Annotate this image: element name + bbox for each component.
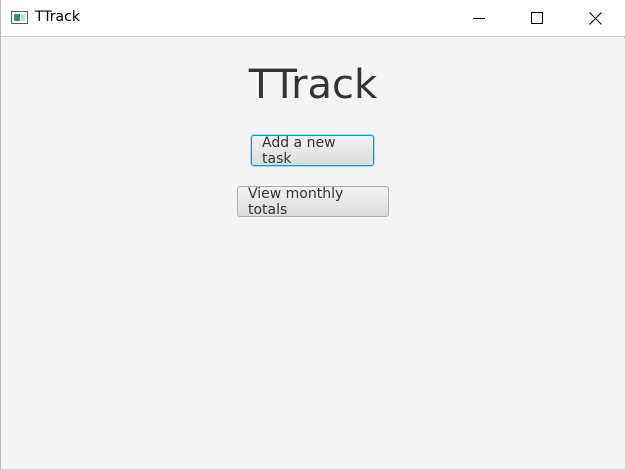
app-window-icon — [11, 11, 28, 24]
page-title: TTrack — [248, 62, 378, 108]
maximize-button[interactable] — [514, 0, 560, 36]
add-task-button[interactable]: Add a new task — [251, 135, 374, 167]
window-title: TTrack — [35, 9, 80, 25]
minimize-button[interactable] — [456, 0, 502, 36]
close-button[interactable] — [572, 0, 618, 36]
app-window: TTrack TTrack Add a new task View monthl… — [0, 0, 625, 469]
title-bar[interactable]: TTrack — [1, 0, 625, 37]
main-content: TTrack Add a new task View monthly total… — [1, 38, 625, 469]
close-icon — [588, 11, 602, 25]
minimize-icon — [473, 18, 485, 19]
maximize-icon — [531, 12, 543, 24]
view-monthly-totals-button[interactable]: View monthly totals — [237, 186, 389, 218]
